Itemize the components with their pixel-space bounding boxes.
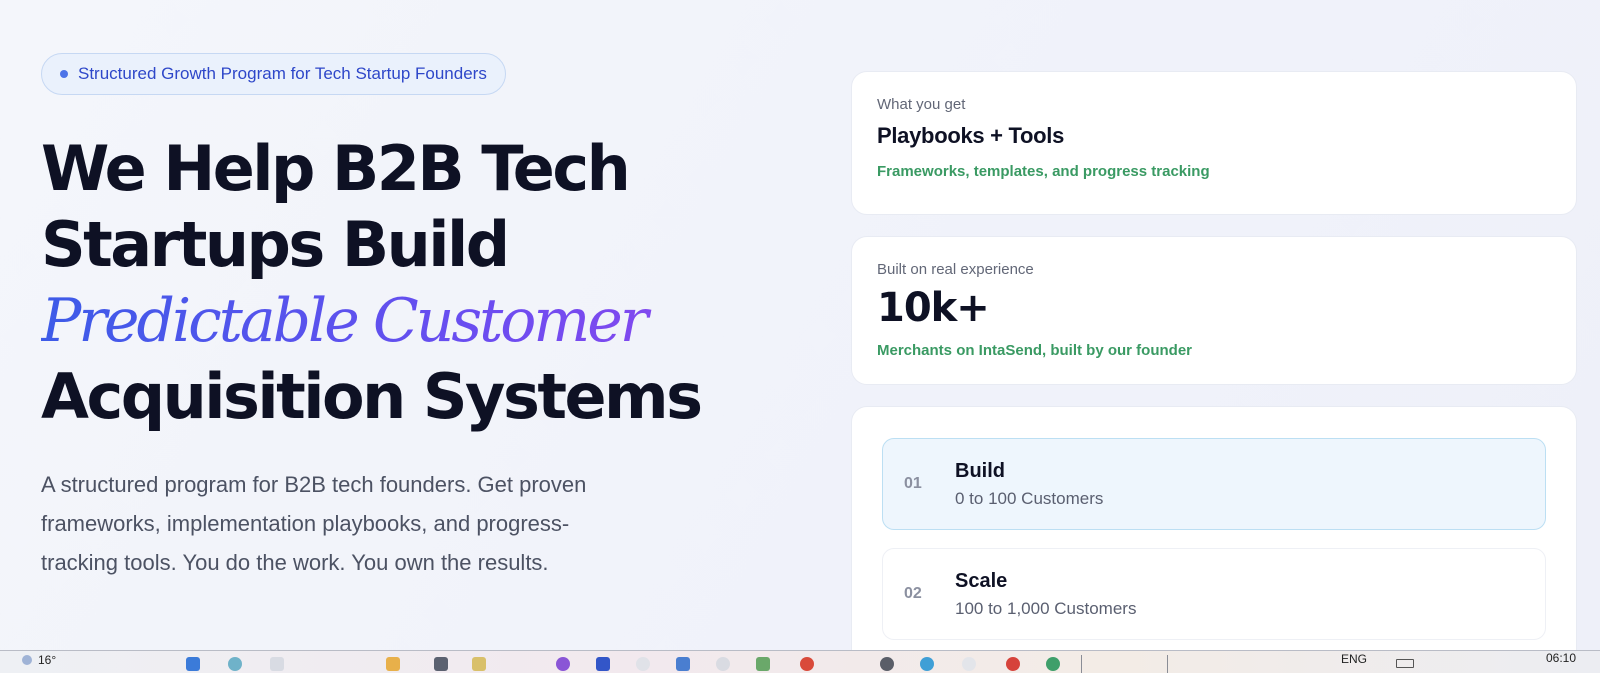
card-detail: Merchants on IntaSend, built by our foun… — [877, 342, 1193, 359]
app-icon[interactable] — [676, 657, 690, 671]
app-icon[interactable] — [880, 657, 894, 671]
card-title: Playbooks + Tools — [877, 123, 1065, 148]
program-steps-card: 01 Build 0 to 100 Customers 02 Scale 100… — [851, 406, 1577, 673]
program-badge: Structured Growth Program for Tech Start… — [41, 53, 506, 95]
headline-line-1: We Help B2B Tech — [41, 132, 631, 205]
badge-dot-icon — [60, 70, 68, 78]
hero-subtext: A structured program for B2B tech founde… — [41, 472, 587, 575]
badge-text: Structured Growth Program for Tech Start… — [78, 64, 487, 83]
app-icon[interactable] — [472, 657, 486, 671]
app-icon[interactable] — [716, 657, 730, 671]
step-scale[interactable]: 02 Scale 100 to 1,000 Customers — [882, 548, 1546, 640]
app-icon[interactable] — [962, 657, 976, 671]
step-title: Build — [955, 459, 1005, 482]
taskbar-divider — [1081, 655, 1082, 673]
app-icon[interactable] — [1046, 657, 1060, 671]
step-build[interactable]: 01 Build 0 to 100 Customers — [882, 438, 1546, 530]
headline-line-4: Acquisition Systems — [41, 360, 703, 433]
hero-section: Structured Growth Program for Tech Start… — [41, 53, 761, 582]
app-icon[interactable] — [596, 657, 610, 671]
card-label: What you get — [877, 96, 966, 113]
taskbar-divider — [1167, 655, 1168, 673]
clock[interactable]: 06:10 — [1546, 651, 1576, 665]
start-icon[interactable] — [186, 657, 200, 671]
what-you-get-card: What you get Playbooks + Tools Framework… — [851, 71, 1577, 215]
browser-icon[interactable] — [1006, 657, 1020, 671]
app-icon[interactable] — [434, 657, 448, 671]
app-icon[interactable] — [756, 657, 770, 671]
weather-icon — [22, 655, 32, 665]
app-icon[interactable] — [636, 657, 650, 671]
stat-value: 10k+ — [877, 285, 990, 331]
step-title: Scale — [955, 569, 1008, 592]
task-view-icon[interactable] — [270, 657, 284, 671]
app-icon[interactable] — [920, 657, 934, 671]
file-explorer-icon[interactable] — [386, 657, 400, 671]
battery-icon[interactable] — [1396, 659, 1414, 668]
os-taskbar: 16° ENG 06:10 — [0, 650, 1600, 673]
experience-card: Built on real experience 10k+ Merchants … — [851, 236, 1577, 385]
card-detail: Frameworks, templates, and progress trac… — [877, 163, 1210, 180]
hero-headline: We Help B2B Tech Startups Build Predicta… — [41, 131, 761, 435]
step-number: 01 — [904, 475, 922, 492]
headline-accent: Predictable Customer — [41, 283, 761, 359]
language-indicator[interactable]: ENG — [1341, 652, 1367, 666]
app-icon[interactable] — [556, 657, 570, 671]
step-subtitle: 100 to 1,000 Customers — [955, 598, 1137, 618]
step-subtitle: 0 to 100 Customers — [955, 488, 1104, 508]
headline-line-2: Startups Build — [41, 208, 510, 281]
weather-temp: 16° — [38, 653, 57, 667]
search-icon[interactable] — [228, 657, 242, 671]
step-number: 02 — [904, 585, 922, 602]
app-icon[interactable] — [800, 657, 814, 671]
weather-widget[interactable]: 16° — [22, 653, 56, 667]
card-label: Built on real experience — [877, 261, 1034, 278]
